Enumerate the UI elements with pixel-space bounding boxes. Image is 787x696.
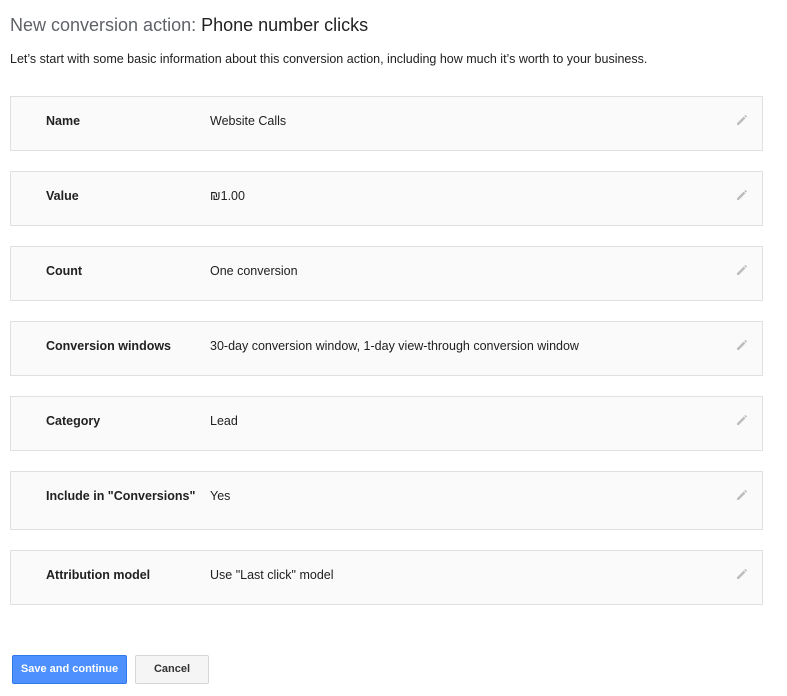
row-value: Lead [210, 414, 238, 428]
setting-row-conversion-windows[interactable]: Conversion windows 30-day conversion win… [10, 321, 763, 376]
setting-row-include-in-conversions[interactable]: Include in "Conversions" Yes [10, 471, 763, 530]
edit-include-in-conversions-pencil-icon[interactable] [735, 488, 749, 502]
setting-row-name[interactable]: Name Website Calls [10, 96, 763, 151]
page-title-main: Phone number clicks [201, 15, 369, 35]
edit-category-pencil-icon[interactable] [735, 413, 749, 427]
cancel-button[interactable]: Cancel [135, 655, 209, 684]
row-value: Website Calls [210, 114, 287, 128]
row-label: Include in "Conversions" [46, 489, 196, 503]
edit-count-pencil-icon[interactable] [735, 263, 749, 277]
row-value: One conversion [210, 264, 298, 278]
row-value: 30-day conversion window, 1-day view-thr… [210, 339, 579, 353]
row-label: Value [46, 189, 79, 203]
row-value: ₪1.00 [210, 189, 245, 203]
row-value: Yes [210, 489, 231, 503]
setting-row-count[interactable]: Count One conversion [10, 246, 763, 301]
setting-row-category[interactable]: Category Lead [10, 396, 763, 451]
edit-name-pencil-icon[interactable] [735, 113, 749, 127]
row-label: Conversion windows [46, 339, 172, 353]
edit-conversion-windows-pencil-icon[interactable] [735, 338, 749, 352]
row-label: Attribution model [46, 568, 151, 582]
edit-attribution-model-pencil-icon[interactable] [735, 567, 749, 581]
row-label: Category [46, 414, 101, 428]
save-and-continue-button[interactable]: Save and continue [12, 655, 127, 684]
page-title: New conversion action: Phone number clic… [10, 13, 368, 37]
edit-value-pencil-icon[interactable] [735, 188, 749, 202]
setting-row-attribution-model[interactable]: Attribution model Use "Last click" model [10, 550, 763, 605]
intro-text: Let’s start with some basic information … [10, 52, 648, 66]
row-label: Count [46, 264, 83, 278]
setting-row-value[interactable]: Value ₪1.00 [10, 171, 763, 226]
page-title-prefix: New conversion action: [10, 15, 202, 35]
row-label: Name [46, 114, 81, 128]
row-value: Use "Last click" model [210, 568, 334, 582]
